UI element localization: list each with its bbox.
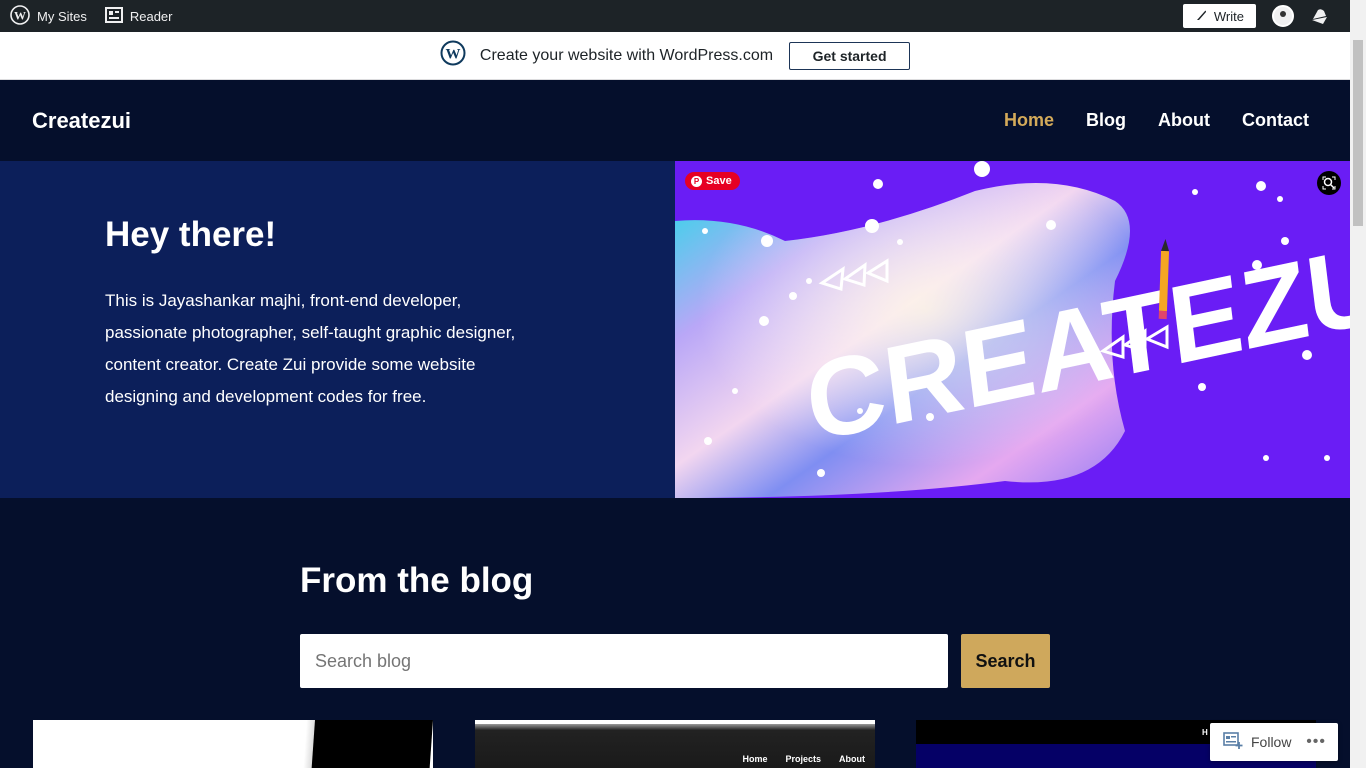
my-sites-link[interactable]: W My Sites	[0, 0, 96, 32]
card-thumbnail-menu: Home Projects About	[742, 754, 865, 764]
reader-label: Reader	[129, 8, 173, 24]
hero-intro: Hey there! This is Jayashankar majhi, fr…	[0, 161, 675, 498]
blog-title: From the blog	[300, 561, 534, 600]
admin-bar: W My Sites Reader Write	[0, 0, 1350, 32]
site-title[interactable]: Createzui	[32, 108, 131, 134]
hero-text: This is Jayashankar majhi, front-end dev…	[105, 291, 516, 406]
hero-title: Hey there!	[105, 215, 277, 254]
card-menu-item: Home	[742, 754, 768, 764]
blog-card-2[interactable]: Home Projects About	[475, 720, 875, 768]
write-label: Write	[1213, 8, 1244, 24]
follow-widget[interactable]: Follow •••	[1210, 723, 1338, 761]
get-started-button[interactable]: Get started	[789, 41, 911, 70]
wordpress-icon: W	[440, 40, 466, 71]
main-nav: Home Blog About Contact	[1004, 110, 1309, 131]
nav-about[interactable]: About	[1158, 110, 1210, 131]
reader-icon	[104, 6, 123, 26]
card-thumbnail-dark	[311, 720, 433, 768]
hero-image: CREATEZU	[675, 161, 1350, 498]
more-icon[interactable]: •••	[1306, 733, 1326, 751]
pinterest-icon: P	[691, 175, 702, 187]
follow-label: Follow	[1251, 734, 1292, 750]
site-header: Createzui Home Blog About Contact	[0, 80, 1350, 161]
card-thumbnail-label: H	[1202, 728, 1208, 737]
pen-icon	[1195, 9, 1207, 24]
write-button[interactable]: Write	[1182, 4, 1256, 28]
follow-icon	[1223, 731, 1243, 753]
card-menu-item: Projects	[785, 754, 821, 764]
card-menu-item: About	[839, 754, 865, 764]
search-button[interactable]: Search	[961, 634, 1050, 688]
promo-text: Create your website with WordPress.com	[479, 46, 774, 64]
avatar[interactable]	[1272, 5, 1294, 27]
scrollbar[interactable]	[1350, 0, 1366, 768]
createzui-banner-art: CREATEZU	[675, 161, 1350, 498]
svg-text:W: W	[14, 8, 26, 22]
blog-card-1[interactable]	[33, 720, 433, 768]
promo-banner: W Create your website with WordPress.com…	[0, 32, 1350, 80]
bell-icon[interactable]	[1308, 5, 1330, 27]
reader-link[interactable]: Reader	[96, 0, 182, 32]
scrollbar-thumb[interactable]	[1353, 40, 1363, 226]
search-input[interactable]	[300, 634, 948, 688]
wordpress-icon: W	[10, 4, 30, 28]
svg-text:W: W	[445, 47, 460, 63]
hero-section: Hey there! This is Jayashankar majhi, fr…	[0, 161, 1350, 498]
my-sites-label: My Sites	[37, 8, 87, 24]
nav-blog[interactable]: Blog	[1086, 110, 1126, 131]
lens-icon[interactable]	[1317, 171, 1341, 195]
pinterest-save-label: Save	[706, 175, 732, 187]
nav-contact[interactable]: Contact	[1242, 110, 1309, 131]
pinterest-save-button[interactable]: P Save	[685, 172, 740, 190]
nav-home[interactable]: Home	[1004, 110, 1054, 131]
